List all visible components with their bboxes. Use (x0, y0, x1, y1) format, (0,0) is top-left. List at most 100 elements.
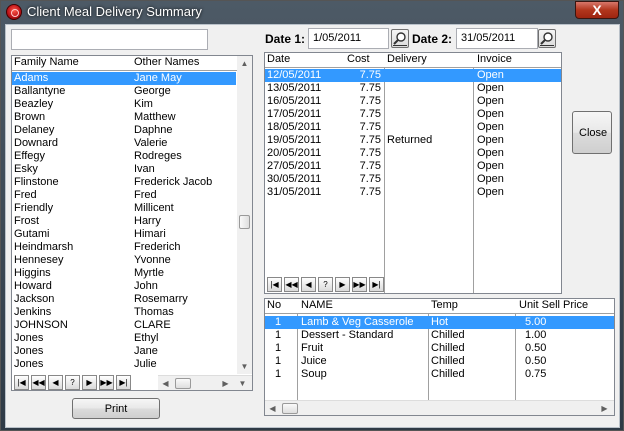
table-row[interactable]: 17/05/2011 7.75 Open (265, 108, 561, 121)
table-row[interactable]: Brown Matthew (12, 111, 236, 124)
client-list-vertical-scrollbar[interactable]: ▲ ▼ (237, 56, 252, 374)
table-row[interactable]: Heindmarsh Frederich (12, 241, 236, 254)
cell-cost: 7.75 (359, 134, 381, 146)
table-row[interactable]: Flinstone Frederick Jacob (12, 176, 236, 189)
close-button[interactable]: Close (572, 111, 612, 154)
scroll-thumb[interactable] (239, 215, 250, 229)
application-window: Client Meal Delivery Summary X Date 1: 1… (0, 0, 624, 431)
scroll-left-icon[interactable]: ◀ (158, 376, 173, 390)
prev-record-icon[interactable]: ◀ (301, 277, 316, 292)
table-row[interactable]: Hennesey Yvonne (12, 254, 236, 267)
prev-page-icon[interactable]: ◀◀ (284, 277, 299, 292)
table-row[interactable]: 1 Soup Chilled 0.75 (265, 368, 614, 381)
scroll-thumb[interactable] (282, 403, 298, 414)
table-row[interactable]: Friendly Millicent (12, 202, 236, 215)
column-header-invoice[interactable]: Invoice (477, 53, 512, 65)
next-page-icon[interactable]: ▶▶ (352, 277, 367, 292)
table-row[interactable]: 1 Dessert - Standard Chilled 1.00 (265, 329, 614, 342)
table-row[interactable]: Jones Jane (12, 345, 236, 358)
scroll-right-icon[interactable]: ▶ (597, 401, 612, 415)
table-row[interactable]: 27/05/2011 7.75 Open (265, 160, 561, 173)
table-row[interactable]: 20/05/2011 7.75 Open (265, 147, 561, 160)
table-row[interactable]: 12/05/2011 7.75 Open (265, 69, 561, 82)
first-record-icon[interactable]: |◀ (267, 277, 282, 292)
cell-family-name: Hennesey (14, 254, 64, 266)
cell-invoice: Open (477, 121, 504, 133)
cell-date: 16/05/2011 (267, 95, 322, 107)
next-record-icon[interactable]: ▶ (82, 375, 97, 390)
scroll-right-icon[interactable]: ▶ (218, 376, 233, 390)
cell-cost: 7.75 (359, 121, 381, 133)
table-row[interactable]: Frost Harry (12, 215, 236, 228)
cell-invoice: Open (477, 69, 504, 81)
column-header-unit-sell-price[interactable]: Unit Sell Price (519, 299, 588, 311)
next-page-icon[interactable]: ▶▶ (99, 375, 114, 390)
table-row[interactable]: Delaney Daphne (12, 124, 236, 137)
client-list-horizontal-scrollbar[interactable]: ◀ ▶ ▼ (158, 375, 252, 390)
title-bar[interactable]: Client Meal Delivery Summary X (1, 1, 623, 23)
search-input[interactable] (11, 29, 208, 50)
scroll-up-icon[interactable]: ▲ (237, 56, 252, 71)
table-row[interactable]: 18/05/2011 7.75 Open (265, 121, 561, 134)
client-nav-bar: |◀ ◀◀ ◀? ▶ ▶▶ ▶| (14, 375, 154, 390)
prev-page-icon[interactable]: ◀◀ (31, 375, 46, 390)
help-icon[interactable]: ? (318, 277, 333, 292)
last-record-icon[interactable]: ▶| (369, 277, 384, 292)
table-row[interactable]: Esky Ivan (12, 163, 236, 176)
table-row[interactable]: 1 Fruit Chilled 0.50 (265, 342, 614, 355)
date1-field[interactable]: 1/05/2011 (308, 28, 389, 49)
date2-field[interactable]: 31/05/2011 (456, 28, 538, 49)
column-header-family-name[interactable]: Family Name (14, 56, 79, 68)
column-header-name[interactable]: NAME (301, 299, 333, 311)
column-header-date[interactable]: Date (267, 53, 290, 65)
table-row[interactable]: 1 Juice Chilled 0.50 (265, 355, 614, 368)
cell-unit-sell-price: 5.00 (525, 316, 547, 328)
meal-items-grid[interactable]: No NAME Temp Unit Sell Price 1 Lamb & Veg… (264, 298, 615, 416)
table-row[interactable]: Jones Ethyl (12, 332, 236, 345)
window-close-button[interactable]: X (575, 1, 619, 19)
scroll-down-icon[interactable]: ▼ (237, 359, 252, 374)
table-row[interactable]: 1 Lamb & Veg Casserole Hot 5.00 (265, 316, 614, 329)
client-list-grid[interactable]: Family Name Other Names Adams Jane May Bal… (11, 55, 253, 391)
cell-delivery: Returned (387, 134, 433, 146)
table-row[interactable]: Higgins Myrtle (12, 267, 236, 280)
column-header-delivery[interactable]: Delivery (387, 53, 427, 65)
print-button[interactable]: Print (72, 398, 160, 419)
table-row[interactable]: Jenkins Thomas (12, 306, 236, 319)
meal-items-horizontal-scrollbar[interactable]: ◀ ▶ (265, 400, 614, 415)
cell-family-name: Jones (14, 358, 44, 370)
table-row[interactable]: 13/05/2011 7.75 Open (265, 82, 561, 95)
table-row[interactable]: Jones Julie (12, 358, 236, 371)
table-row[interactable]: 31/05/2011 7.75 Open (265, 186, 561, 199)
date1-lookup-button[interactable] (391, 29, 409, 48)
last-record-icon[interactable]: ▶| (116, 375, 131, 390)
table-row[interactable]: Effegy Rodreges (12, 150, 236, 163)
column-header-temp[interactable]: Temp (431, 299, 458, 311)
table-row[interactable]: JOHNSON CLARE (12, 319, 236, 332)
table-row[interactable]: Adams Jane May (12, 72, 236, 85)
deliveries-grid[interactable]: Date Cost Delivery Invoice 12/05/2011 7.7… (264, 52, 562, 294)
table-row[interactable]: Gutami Himari (12, 228, 236, 241)
first-record-icon[interactable]: |◀ (14, 375, 29, 390)
cell-cost: 7.75 (359, 173, 381, 185)
column-header-other-names[interactable]: Other Names (134, 56, 199, 68)
table-row[interactable]: 16/05/2011 7.75 Open (265, 95, 561, 108)
scroll-down-icon[interactable]: ▼ (235, 376, 250, 390)
cell-other-names: Jane May (134, 72, 182, 84)
next-record-icon[interactable]: ▶ (335, 277, 350, 292)
table-row[interactable]: Beazley Kim (12, 98, 236, 111)
table-row[interactable]: Howard John (12, 280, 236, 293)
table-row[interactable]: Downard Valerie (12, 137, 236, 150)
table-row[interactable]: 30/05/2011 7.75 Open (265, 173, 561, 186)
scroll-thumb[interactable] (175, 378, 191, 389)
help-icon[interactable]: ? (65, 375, 80, 390)
table-row[interactable]: 19/05/2011 7.75 Returned Open (265, 134, 561, 147)
prev-record-icon[interactable]: ◀ (48, 375, 63, 390)
column-header-cost[interactable]: Cost (347, 53, 370, 65)
column-header-no[interactable]: No (267, 299, 281, 311)
table-row[interactable]: Fred Fred (12, 189, 236, 202)
table-row[interactable]: Jackson Rosemarry (12, 293, 236, 306)
table-row[interactable]: Ballantyne George (12, 85, 236, 98)
date2-lookup-button[interactable] (538, 29, 556, 48)
scroll-left-icon[interactable]: ◀ (265, 401, 280, 415)
